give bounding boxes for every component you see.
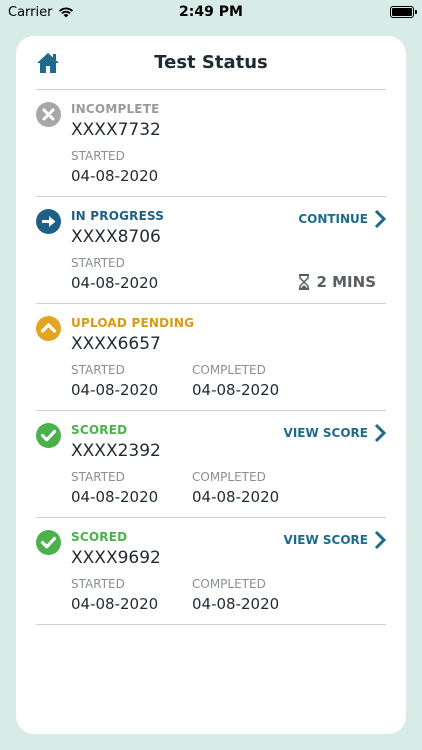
started-label: STARTED [71, 256, 125, 270]
started-date: 04-08-2020 [71, 381, 159, 399]
completed-date: 04-08-2020 [192, 595, 280, 613]
hourglass-icon [299, 274, 310, 290]
test-row: INCOMPLETE XXXX7732 STARTED 04-08-2020 [36, 90, 386, 197]
started-label: STARTED [71, 149, 125, 163]
started-date: 04-08-2020 [71, 488, 159, 506]
time-remaining: 2 MINS [298, 273, 376, 291]
page-title: Test Status [154, 52, 268, 73]
clock: 2:49 PM [179, 4, 243, 20]
continue-button[interactable]: CONTINUE [298, 209, 386, 229]
test-row: SCORED XXXX2392 VIEW SCORE STARTED 04-08… [36, 411, 386, 518]
test-id: XXXX6657 [71, 334, 161, 354]
chevron-right-icon [374, 423, 386, 443]
chevron-up-icon [36, 316, 61, 341]
carrier-group: Carrier [8, 5, 74, 20]
status-label: IN PROGRESS [71, 209, 165, 223]
chevron-right-icon [374, 209, 386, 229]
test-row: IN PROGRESS XXXX8706 CONTINUE STARTED 04… [36, 197, 386, 304]
started-date: 04-08-2020 [71, 595, 159, 613]
status-bar: Carrier 2:49 PM [0, 0, 422, 24]
view-score-button[interactable]: VIEW SCORE [284, 530, 386, 550]
view-score-button[interactable]: VIEW SCORE [284, 423, 386, 443]
status-label: UPLOAD PENDING [71, 316, 195, 330]
test-row: SCORED XXXX9692 VIEW SCORE STARTED 04-08… [36, 518, 386, 625]
completed-date: 04-08-2020 [192, 381, 280, 399]
status-label: INCOMPLETE [71, 102, 160, 116]
started-label: STARTED [71, 577, 125, 591]
test-id: XXXX8706 [71, 227, 161, 247]
arrow-right-icon [36, 209, 61, 234]
started-label: STARTED [71, 470, 125, 484]
completed-label: COMPLETED [192, 363, 266, 377]
test-id: XXXX2392 [71, 441, 161, 461]
continue-label: CONTINUE [298, 212, 368, 226]
test-id: XXXX9692 [71, 548, 161, 568]
timer-value: 2 MINS [316, 273, 376, 291]
wifi-icon [59, 7, 74, 18]
view-score-label: VIEW SCORE [283, 533, 368, 547]
header: Test Status [36, 36, 386, 90]
incomplete-x-icon [36, 102, 61, 127]
started-label: STARTED [71, 363, 125, 377]
battery-icon [390, 6, 417, 18]
chevron-right-icon [374, 530, 386, 550]
started-date: 04-08-2020 [71, 167, 159, 185]
home-icon[interactable] [36, 52, 60, 74]
test-id: XXXX7732 [71, 120, 161, 140]
check-icon [36, 423, 61, 448]
started-date: 04-08-2020 [71, 274, 159, 292]
check-icon [36, 530, 61, 555]
completed-label: COMPLETED [192, 577, 266, 591]
completed-date: 04-08-2020 [192, 488, 280, 506]
completed-label: COMPLETED [192, 470, 266, 484]
carrier-label: Carrier [8, 4, 53, 20]
test-row: UPLOAD PENDING XXXX6657 STARTED 04-08-20… [36, 304, 386, 411]
test-status-card: Test Status INCOMPLETE XXXX7732 STARTED … [16, 36, 406, 734]
status-label: SCORED [71, 530, 128, 544]
view-score-label: VIEW SCORE [283, 426, 368, 440]
status-label: SCORED [71, 423, 128, 437]
